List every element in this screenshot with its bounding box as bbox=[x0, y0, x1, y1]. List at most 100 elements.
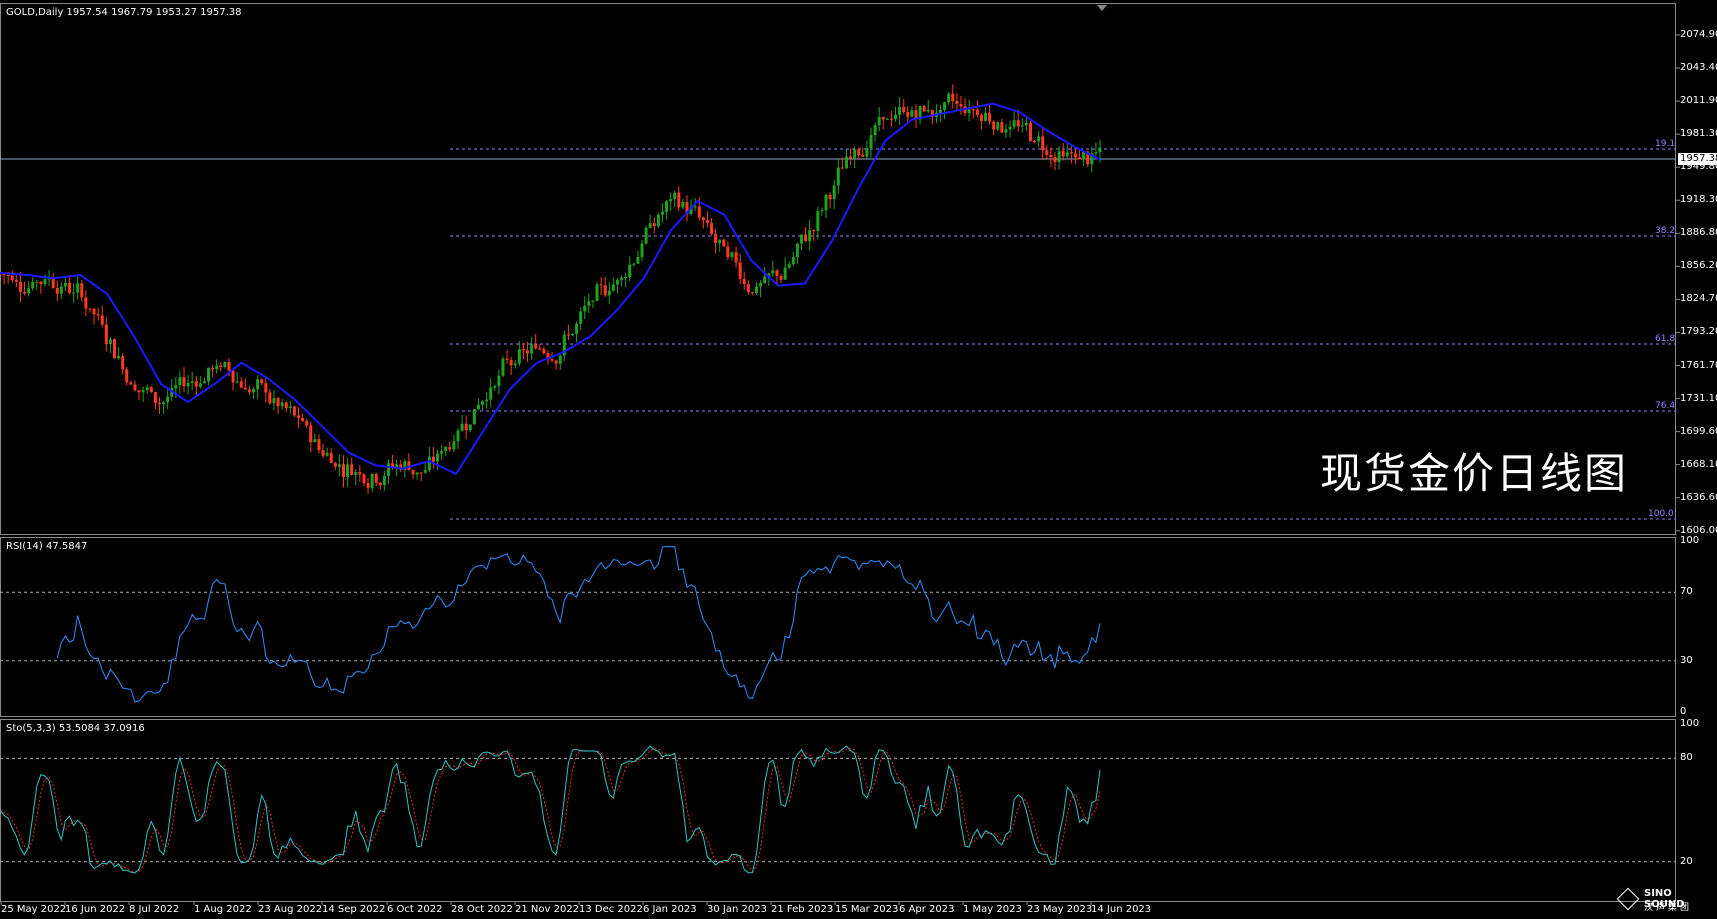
candle-body bbox=[186, 382, 190, 387]
candle-body bbox=[468, 424, 472, 431]
candle-body bbox=[877, 117, 881, 126]
candle-body bbox=[865, 148, 869, 157]
candle-body bbox=[440, 451, 444, 454]
candle-body bbox=[1037, 136, 1041, 142]
candle-body bbox=[710, 222, 714, 234]
candle-body bbox=[579, 311, 583, 324]
candle-body bbox=[444, 446, 448, 452]
candle-body bbox=[947, 93, 951, 103]
candle-body bbox=[92, 308, 96, 315]
candle-body bbox=[108, 339, 112, 345]
candle-body bbox=[566, 334, 570, 336]
candle-body bbox=[427, 456, 431, 471]
price-tick-label: 1793.20 bbox=[1680, 326, 1717, 338]
candle-body bbox=[456, 430, 460, 442]
fib-label: 100.0 bbox=[1648, 509, 1674, 519]
date-tick-label: 6 Apr 2023 bbox=[899, 904, 955, 915]
candle-body bbox=[832, 185, 836, 200]
candle-body bbox=[104, 324, 108, 345]
date-tick-label: 14 Jun 2023 bbox=[1091, 904, 1152, 915]
candle-body bbox=[121, 356, 125, 370]
candle-body bbox=[501, 358, 505, 376]
candle-body bbox=[415, 472, 419, 475]
candle-body bbox=[329, 452, 333, 463]
date-tick-label: 28 Oct 2022 bbox=[451, 904, 513, 915]
price-tick-label: 2074.90 bbox=[1680, 29, 1717, 40]
rsi-tick-label: 0 bbox=[1680, 706, 1687, 717]
candle-body bbox=[386, 463, 390, 477]
candle-body bbox=[227, 362, 231, 371]
candle-body bbox=[771, 270, 775, 274]
candle-body bbox=[1028, 122, 1032, 142]
candle-body bbox=[975, 109, 979, 115]
price-tick-label: 1886.80 bbox=[1680, 227, 1717, 239]
candle-body bbox=[644, 227, 648, 244]
price-tick-label: 2043.40 bbox=[1680, 62, 1717, 74]
logo-sub: 汉声集团 bbox=[1644, 903, 1693, 913]
candle-body bbox=[1000, 122, 1004, 133]
date-tick-label: 21 Nov 2022 bbox=[515, 904, 580, 915]
candle-body bbox=[1098, 147, 1102, 153]
candle-body bbox=[1016, 120, 1020, 127]
date-tick-label: 1 May 2023 bbox=[963, 904, 1022, 915]
candle-body bbox=[476, 404, 480, 410]
candle-body bbox=[734, 252, 738, 263]
candle-body bbox=[174, 385, 178, 389]
candle-body bbox=[534, 344, 538, 349]
candle-body bbox=[178, 377, 182, 386]
candle-body bbox=[1012, 120, 1016, 127]
candle-body bbox=[730, 252, 734, 258]
candle-body bbox=[669, 199, 673, 202]
candle-body bbox=[276, 398, 280, 407]
candle-body bbox=[750, 292, 754, 294]
candle-body bbox=[521, 349, 525, 351]
candle-body bbox=[362, 474, 366, 484]
candle-body bbox=[992, 121, 996, 130]
candle-body bbox=[239, 381, 243, 388]
candle-body bbox=[722, 239, 726, 247]
candle-body bbox=[787, 264, 791, 268]
candle-body bbox=[472, 409, 476, 425]
candle-body bbox=[207, 367, 211, 382]
candle-body bbox=[701, 217, 705, 221]
date-tick-label: 21 Feb 2023 bbox=[771, 904, 834, 915]
fib-label: 76.4 bbox=[1655, 401, 1676, 411]
date-tick-label: 1 Aug 2022 bbox=[194, 904, 252, 915]
candle-body bbox=[775, 270, 779, 276]
candle-body bbox=[599, 284, 603, 286]
candle-body bbox=[812, 230, 816, 232]
candle-body bbox=[726, 246, 730, 258]
candle-body bbox=[836, 167, 840, 186]
candle-body bbox=[100, 315, 104, 325]
candle-body bbox=[910, 110, 914, 117]
date-tick-label: 6 Jan 2023 bbox=[643, 904, 697, 915]
price-tick-label: 2011.90 bbox=[1680, 95, 1717, 107]
candle-body bbox=[247, 389, 251, 393]
candle-body bbox=[538, 348, 542, 350]
candle-body bbox=[6, 274, 10, 276]
date-tick-label: 14 Sep 2022 bbox=[322, 904, 386, 915]
candle-body bbox=[460, 423, 464, 431]
candle-body bbox=[791, 257, 795, 265]
candle-body bbox=[705, 220, 709, 223]
rsi-tick-label: 100 bbox=[1680, 535, 1700, 546]
candle-body bbox=[354, 472, 358, 475]
candle-body bbox=[235, 381, 239, 383]
candle-body bbox=[157, 402, 161, 405]
candle-body bbox=[869, 135, 873, 149]
candle-body bbox=[591, 300, 595, 302]
date-tick-label: 23 Aug 2022 bbox=[258, 904, 323, 915]
candle-body bbox=[333, 462, 337, 467]
candle-body bbox=[526, 350, 530, 354]
price-tick-label: 1731.10 bbox=[1680, 392, 1717, 404]
candle-body bbox=[76, 283, 80, 293]
candle-body bbox=[849, 156, 853, 159]
candle-body bbox=[117, 356, 121, 359]
candle-body bbox=[411, 469, 415, 475]
date-tick-label: 16 Jun 2022 bbox=[65, 904, 126, 915]
date-tick-label: 15 Mar 2023 bbox=[835, 904, 899, 915]
candle-body bbox=[550, 359, 554, 361]
sino-sound-logo: SINO SOUND 汉声集团 bbox=[1612, 885, 1712, 915]
candle-body bbox=[816, 211, 820, 232]
candle-body bbox=[714, 233, 718, 244]
